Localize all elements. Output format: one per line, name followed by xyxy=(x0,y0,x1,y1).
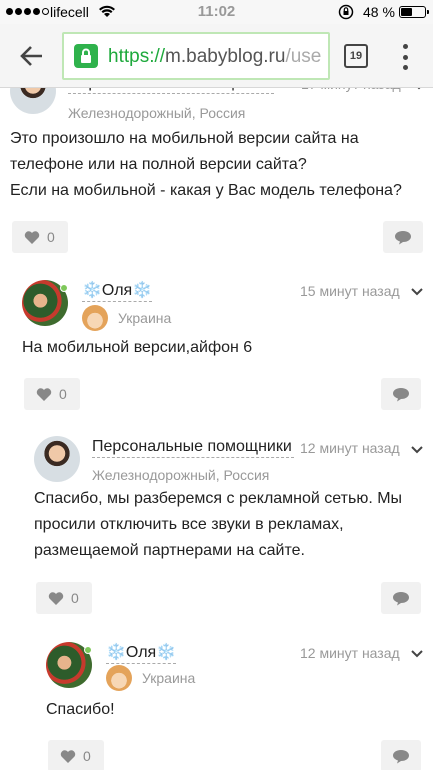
comment-text-line: размещаемой партнерами на сайте. xyxy=(34,542,305,559)
comment-location: Украина xyxy=(118,310,172,326)
secure-lock-icon xyxy=(74,44,98,68)
battery-fill xyxy=(401,8,412,16)
snowflake-icon: ❄️ xyxy=(156,644,177,661)
overflow-menu-icon[interactable] xyxy=(400,44,410,70)
online-status-dot xyxy=(84,646,92,654)
heart-icon xyxy=(24,231,40,244)
comment: ❄️Оля❄️ 12 минут назад Украина Спасибо! … xyxy=(46,642,433,770)
comment-text: Спасибо! xyxy=(46,697,426,723)
url-path: /use xyxy=(285,46,322,67)
comment-text-line: На мобильной версии,айфон 6 xyxy=(22,339,253,356)
comment-author[interactable]: Персональные помощники xyxy=(92,438,294,458)
comment: Персональные помощники 12 минут назад Же… xyxy=(34,436,433,621)
address-bar[interactable]: https://m.babyblog.ru/use xyxy=(62,32,330,80)
heart-icon xyxy=(48,592,64,605)
speech-bubble-icon xyxy=(395,231,411,245)
battery-percent: 48 % xyxy=(363,4,395,20)
comment: Персональные помощники 17 минут назад Же… xyxy=(10,68,433,258)
avatar[interactable] xyxy=(34,436,80,482)
speech-bubble-icon xyxy=(393,592,409,606)
comment-time: 12 минут назад xyxy=(300,645,400,661)
user-rank-badge-icon xyxy=(106,665,132,691)
chevron-down-icon[interactable] xyxy=(410,647,424,661)
heart-icon xyxy=(60,750,76,763)
like-count: 0 xyxy=(83,748,91,764)
rotation-lock-icon xyxy=(338,4,354,20)
comment-location: Железнодорожный, Россия xyxy=(68,105,246,121)
comment-author[interactable]: ❄️Оля❄️ xyxy=(106,642,177,664)
tab-switcher-button[interactable]: 19 xyxy=(344,44,368,68)
url-text: https://m.babyblog.ru/use xyxy=(108,46,321,68)
snowflake-icon: ❄️ xyxy=(132,282,153,299)
like-button[interactable]: 0 xyxy=(24,378,80,410)
like-button[interactable]: 0 xyxy=(48,740,104,770)
snowflake-icon: ❄️ xyxy=(82,282,102,299)
comment-author[interactable]: ❄️Оля❄️ xyxy=(82,280,153,302)
battery-icon xyxy=(399,6,429,18)
reply-button[interactable] xyxy=(381,378,421,410)
reply-button[interactable] xyxy=(381,740,421,770)
reply-button[interactable] xyxy=(381,582,421,614)
chevron-down-icon[interactable] xyxy=(410,443,424,457)
comment-text-line: Спасибо, мы разберемся с рекламной сетью… xyxy=(34,490,403,507)
comment-text-line: Если на мобильной - какая у Вас модель т… xyxy=(10,182,402,199)
comment-text-line: телефоне или на полной версии сайта? xyxy=(10,156,307,173)
heart-icon xyxy=(36,388,52,401)
comment-text: Это произошло на мобильной версии сайта … xyxy=(10,126,430,204)
url-host: m.babyblog.ru xyxy=(165,46,286,67)
like-count: 0 xyxy=(59,386,67,402)
like-count: 0 xyxy=(71,590,79,606)
comment-time: 12 минут назад xyxy=(300,440,400,456)
browser-toolbar: https://m.babyblog.ru/use 19 xyxy=(0,24,433,88)
speech-bubble-icon xyxy=(393,388,409,402)
comment: ❄️Оля❄️ 15 минут назад Украина На мобиль… xyxy=(22,280,433,415)
user-rank-badge-icon xyxy=(82,305,108,331)
comment-location: Железнодорожный, Россия xyxy=(92,467,270,483)
reply-button[interactable] xyxy=(383,221,423,253)
speech-bubble-icon xyxy=(393,750,409,764)
comment-time: 15 минут назад xyxy=(300,283,400,299)
url-scheme: https:// xyxy=(108,46,166,67)
snowflake-icon: ❄️ xyxy=(106,644,126,661)
comment-location: Украина xyxy=(142,670,196,686)
author-name: Оля xyxy=(125,644,157,661)
comment-text-line: Это произошло на мобильной версии сайта … xyxy=(10,130,359,147)
comment-text-line: просили отключить все звуки в рекламах, xyxy=(34,516,344,533)
online-status-dot xyxy=(60,284,68,292)
like-button[interactable]: 0 xyxy=(12,221,68,253)
comment-text: Спасибо, мы разберемся с рекламной сетью… xyxy=(34,486,424,564)
status-bar: lifecell 11:02 48 % xyxy=(0,0,433,24)
like-button[interactable]: 0 xyxy=(36,582,92,614)
author-name: Оля xyxy=(101,282,133,299)
back-arrow-icon[interactable] xyxy=(18,42,46,70)
chevron-down-icon[interactable] xyxy=(410,285,424,299)
comment-text: На мобильной версии,айфон 6 xyxy=(22,335,422,361)
comment-text-line: Спасибо! xyxy=(46,701,115,718)
like-count: 0 xyxy=(47,229,55,245)
